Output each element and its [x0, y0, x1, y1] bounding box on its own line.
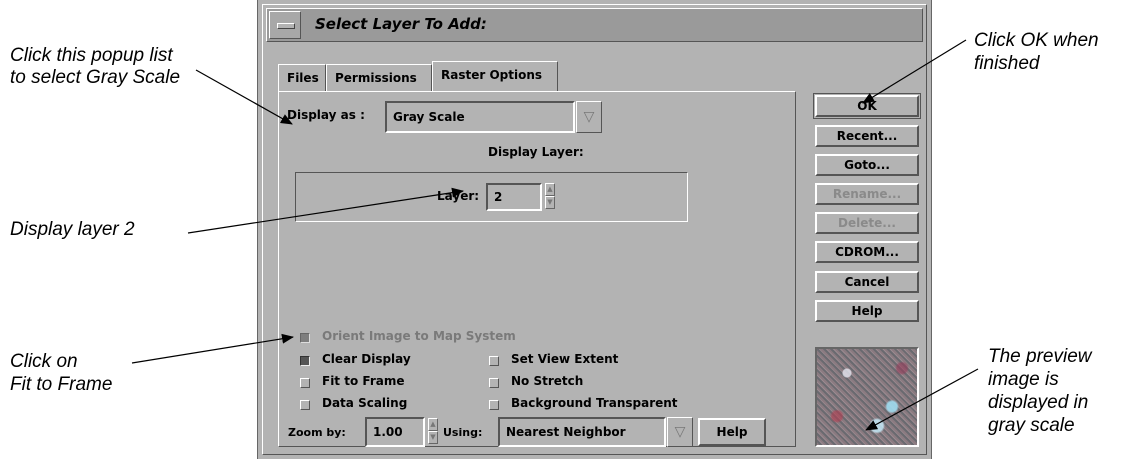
spin-up-icon[interactable]: ▲	[545, 183, 555, 196]
delete-button[interactable]: Delete...	[815, 212, 919, 234]
display-layer-group: Layer: 2 ▲ ▼	[295, 172, 688, 222]
goto-button[interactable]: Goto...	[815, 154, 919, 176]
display-as-label: Display as :	[287, 108, 365, 122]
data-scaling-checkbox[interactable]	[300, 400, 310, 410]
recent-button[interactable]: Recent...	[815, 125, 919, 147]
fit-to-frame-label: Fit to Frame	[322, 374, 405, 388]
zoom-value: 1.00	[373, 425, 403, 439]
triangle-down-icon[interactable]: ▽	[576, 101, 602, 133]
annotation-fit-line1: Click on	[10, 351, 78, 372]
layer-value: 2	[494, 190, 503, 204]
dialog-client: Files Permissions Raster Options Display…	[266, 46, 923, 451]
window-title: Select Layer To Add:	[315, 15, 487, 33]
zoom-by-label: Zoom by:	[288, 426, 346, 439]
zoom-input[interactable]: 1.00	[365, 417, 425, 447]
raster-options-panel: Display as : Gray Scale ▽ Display Layer:…	[278, 91, 796, 447]
no-stretch-checkbox[interactable]	[489, 378, 499, 388]
annotation-preview-line4: gray scale	[988, 415, 1075, 436]
layer-label: Layer:	[437, 189, 480, 203]
ok-button[interactable]: OK	[813, 93, 921, 119]
cancel-button[interactable]: Cancel	[815, 271, 919, 293]
clear-display-checkbox[interactable]	[300, 356, 310, 366]
select-layer-dialog: Select Layer To Add: Files Permissions R…	[257, 0, 932, 459]
tab-files[interactable]: Files	[278, 64, 326, 92]
resampling-value: Nearest Neighbor	[506, 425, 626, 439]
layer-spinner[interactable]: ▲ ▼	[545, 183, 555, 209]
fit-to-frame-checkbox[interactable]	[300, 378, 310, 388]
annotation-preview-line3: displayed in	[988, 392, 1089, 413]
annotation-ok-line1: Click OK when	[974, 30, 1099, 51]
orient-image-checkbox[interactable]	[300, 333, 310, 343]
resampling-popup[interactable]: Nearest Neighbor	[498, 417, 666, 447]
annotation-fit-line2: Fit to Frame	[10, 374, 113, 395]
annotation-popup-line2: to select Gray Scale	[10, 67, 181, 88]
using-label: Using:	[443, 426, 483, 439]
background-transparent-checkbox[interactable]	[489, 400, 499, 410]
orient-image-label: Orient Image to Map System	[322, 329, 516, 343]
data-scaling-label: Data Scaling	[322, 396, 408, 410]
title-bar[interactable]: Select Layer To Add:	[266, 8, 923, 42]
spin-up-icon[interactable]: ▲	[428, 418, 438, 431]
cdrom-button[interactable]: CDROM...	[815, 241, 919, 263]
preview-image	[815, 347, 919, 447]
no-stretch-label: No Stretch	[511, 374, 584, 388]
set-view-extent-checkbox[interactable]	[489, 356, 499, 366]
background-transparent-label: Background Transparent	[511, 396, 678, 410]
annotation-preview-line2: image is	[988, 369, 1059, 390]
clear-display-label: Clear Display	[322, 352, 411, 366]
display-layer-heading: Display Layer:	[488, 145, 584, 159]
annotation-display-layer: Display layer 2	[10, 219, 135, 240]
raster-help-button[interactable]: Help	[698, 418, 766, 446]
rename-button[interactable]: Rename...	[815, 183, 919, 205]
layer-input[interactable]: 2	[486, 183, 542, 211]
set-view-extent-label: Set View Extent	[511, 352, 619, 366]
help-button[interactable]: Help	[815, 300, 919, 322]
tab-permissions[interactable]: Permissions	[326, 64, 432, 92]
annotation-popup-line1: Click this popup list	[10, 45, 173, 66]
annotation-ok-line2: finished	[974, 53, 1040, 74]
window-menu-icon[interactable]	[269, 11, 301, 39]
tab-raster-options[interactable]: Raster Options	[432, 61, 558, 92]
spin-down-icon[interactable]: ▼	[428, 431, 438, 444]
spin-down-icon[interactable]: ▼	[545, 196, 555, 209]
zoom-spinner[interactable]: ▲ ▼	[428, 418, 438, 444]
triangle-down-icon[interactable]: ▽	[667, 417, 693, 447]
display-as-popup[interactable]: Gray Scale	[385, 101, 575, 133]
display-as-value: Gray Scale	[393, 110, 465, 124]
annotation-preview-line1: The preview	[988, 346, 1092, 367]
